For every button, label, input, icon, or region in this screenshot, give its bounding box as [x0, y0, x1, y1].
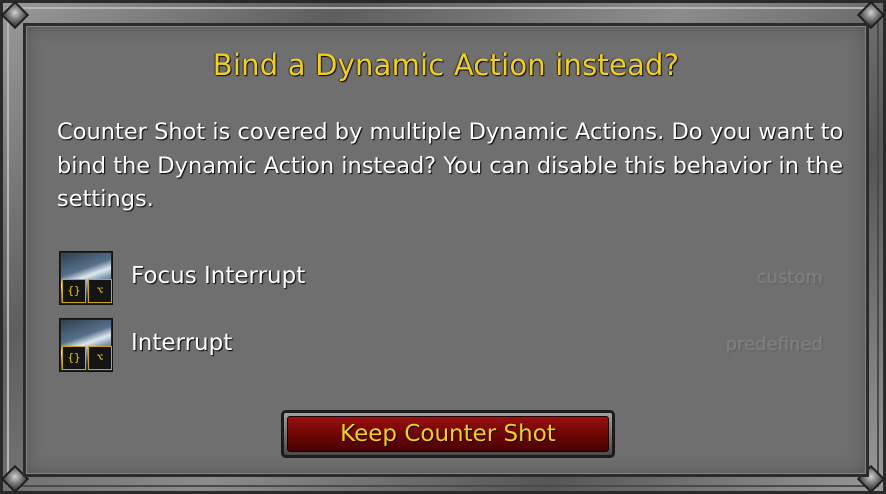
dynamic-action-row-focus-interrupt[interactable]: {} ⌥ Focus Interrupt custom — [57, 251, 823, 307]
dialog-message: Counter Shot is covered by multiple Dyna… — [57, 119, 844, 212]
dynamic-action-name: Focus Interrupt — [131, 263, 306, 289]
dialog-frame: Bind a Dynamic Action instead? Counter S… — [0, 0, 886, 494]
counter-shot-icon: {} ⌥ — [59, 318, 113, 372]
code-icon: {} — [62, 346, 86, 370]
nodes-icon: ⌥ — [88, 346, 112, 370]
counter-shot-icon: {} ⌥ — [59, 251, 113, 305]
keep-counter-shot-button[interactable]: Keep Counter Shot — [281, 410, 615, 458]
dynamic-action-row-interrupt[interactable]: {} ⌥ Interrupt predefined — [57, 318, 823, 374]
dynamic-action-type: predefined — [725, 334, 823, 355]
nodes-icon: ⌥ — [88, 279, 112, 303]
dialog-panel: Bind a Dynamic Action instead? Counter S… — [23, 23, 869, 477]
keep-button-label: Keep Counter Shot — [287, 416, 609, 452]
code-icon: {} — [62, 279, 86, 303]
dynamic-action-type: custom — [756, 267, 823, 288]
dynamic-action-name: Interrupt — [131, 330, 233, 356]
dialog-title: Bind a Dynamic Action instead? — [212, 48, 680, 82]
